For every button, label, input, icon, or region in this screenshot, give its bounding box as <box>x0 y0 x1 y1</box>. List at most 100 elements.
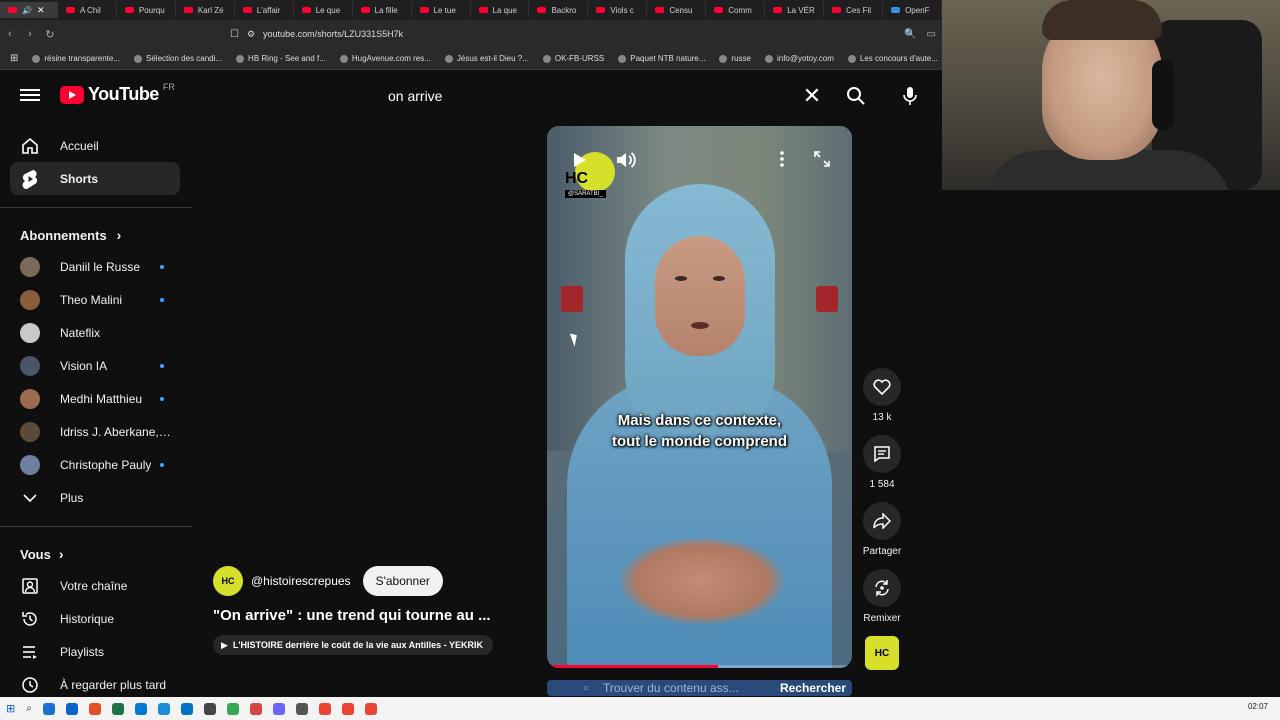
sidebar-item-subscription[interactable]: Nateflix <box>0 316 180 349</box>
taskbar-app-icon[interactable] <box>318 702 331 715</box>
tab-label: La VÉR <box>787 5 815 15</box>
youtube-tab-icon <box>419 7 429 13</box>
channel-handle[interactable]: @histoirescrepues <box>251 574 351 588</box>
browser-tab[interactable]: La que <box>471 2 530 18</box>
browser-tab[interactable]: Censu <box>647 2 707 18</box>
forward-icon[interactable]: › <box>20 28 40 40</box>
taskbar-app-icon[interactable] <box>88 702 101 715</box>
related-video-chip[interactable]: ▶ L'HISTOIRE derrière le coût de la vie … <box>213 635 493 655</box>
search-box[interactable]: on arrive ✕ <box>376 80 917 112</box>
sidebar-item-votre-chaine[interactable]: Votre chaîne <box>0 569 180 602</box>
zoom-icon[interactable]: 🔍 <box>904 29 916 40</box>
taskbar-app-icon[interactable] <box>226 702 239 715</box>
bookmark-item[interactable]: résine transparente... <box>32 54 120 63</box>
sidebar-item-historique[interactable]: Historique <box>0 602 180 635</box>
taskbar-app-icon[interactable] <box>42 702 55 715</box>
search-input[interactable]: on arrive <box>376 88 794 104</box>
shorts-icon <box>20 169 40 189</box>
taskbar-app-icon[interactable] <box>341 702 354 715</box>
sidebar-item-playlists[interactable]: Playlists <box>0 635 180 668</box>
channel-avatar[interactable]: HC <box>213 566 243 596</box>
browser-tab[interactable]: OpenF <box>883 2 942 18</box>
taskbar-app-icon[interactable] <box>134 702 147 715</box>
sidebar-item-subscription[interactable]: Vision IA <box>0 349 180 382</box>
search-button[interactable] <box>838 80 874 112</box>
subscribe-button[interactable]: S'abonner <box>362 566 443 596</box>
menu-icon[interactable] <box>20 86 40 104</box>
clear-search-icon[interactable]: ✕ <box>794 83 830 109</box>
video-title[interactable]: "On arrive" : une trend qui tourne au ..… <box>213 607 491 624</box>
bookmark-icon[interactable]: ☐ <box>230 29 239 40</box>
taskbar-app-icon[interactable] <box>157 702 170 715</box>
share-button[interactable] <box>863 502 901 540</box>
browser-tab[interactable]: Karl Zé <box>176 2 235 18</box>
bookmark-item[interactable]: Sélection des candi... <box>134 54 222 63</box>
taskbar-app-icon[interactable] <box>203 702 216 715</box>
bookmark-item[interactable]: HugAvenue.com res... <box>339 54 431 63</box>
browser-tab[interactable]: Pourqu <box>117 2 176 18</box>
browser-tab[interactable]: A Chil <box>58 2 117 18</box>
bookmark-item[interactable]: HB Ring - See and f... <box>236 54 326 63</box>
sidebar-item-more[interactable]: Plus <box>0 481 180 514</box>
sidebar-item-subscription[interactable]: Idriss J. Aberkane, ... <box>0 415 180 448</box>
taskbar-app-icon[interactable] <box>111 702 124 715</box>
youtube-logo-icon <box>60 85 84 104</box>
apps-icon[interactable]: ⊞ <box>10 53 18 64</box>
taskbar-app-icon[interactable] <box>65 702 78 715</box>
browser-tab[interactable]: La fille <box>353 2 412 18</box>
youtube-logo[interactable]: YouTube FR <box>60 82 175 105</box>
shorts-video-player[interactable]: HC @SARATBI_ Mais dans ce contexte, tout… <box>547 126 852 668</box>
taskbar-app-icon[interactable] <box>249 702 262 715</box>
tab-active[interactable]: 🔊 ✕ <box>0 2 58 18</box>
bookmark-item[interactable]: Jésus est-il Dieu ?... <box>444 54 529 63</box>
sidebar-item-subscription[interactable]: Theo Malini <box>0 283 180 316</box>
bookmark-item[interactable]: Les concours d'aute... <box>847 54 938 63</box>
taskbar-app-icon[interactable] <box>272 702 285 715</box>
more-options-button[interactable] <box>769 146 795 172</box>
start-icon[interactable]: ⊞ <box>6 702 15 715</box>
taskbar-app-icon[interactable] <box>295 702 308 715</box>
bookmark-item[interactable]: OK-FB-URSS <box>542 54 604 63</box>
browser-tab[interactable]: Ces Fil <box>824 2 884 18</box>
sidebar-item-shorts[interactable]: Shorts <box>10 162 180 195</box>
sidebar-item-accueil[interactable]: Accueil <box>0 129 180 162</box>
voice-search-button[interactable] <box>892 80 928 112</box>
sidebar-item-subscription[interactable]: Medhi Matthieu <box>0 382 180 415</box>
close-tab-icon[interactable]: ✕ <box>37 5 45 16</box>
search-taskbar-icon[interactable]: ⌕ <box>26 703 32 714</box>
window-icon[interactable]: ▭ <box>927 29 936 40</box>
sidebar-item-subscription[interactable]: Christophe Pauly <box>0 448 180 481</box>
back-icon[interactable]: ‹ <box>0 28 20 40</box>
comments-button[interactable] <box>863 435 901 473</box>
you-heading[interactable]: Vous › <box>0 539 192 569</box>
site-info-icon[interactable]: ⚙ <box>247 29 255 40</box>
like-button[interactable] <box>863 368 901 406</box>
browser-tab[interactable]: Le que <box>294 2 353 18</box>
subscriptions-heading[interactable]: Abonnements › <box>0 220 192 250</box>
bookmark-item[interactable]: russe <box>719 54 751 63</box>
browser-tab[interactable]: Le tue <box>412 2 471 18</box>
browser-tab[interactable]: L'affair <box>235 2 294 18</box>
bookmark-item[interactable]: info@yotoy.com <box>764 54 834 63</box>
find-button[interactable]: Rechercher <box>780 681 852 695</box>
taskbar-app-icon[interactable] <box>180 702 193 715</box>
bookmark-item[interactable]: Paquet NTB nature... <box>618 54 705 63</box>
url-text[interactable]: youtube.com/shorts/LZU331S5H7k <box>263 29 403 39</box>
audio-source-thumbnail[interactable]: HC <box>865 636 899 670</box>
browser-tab[interactable]: La VÉR <box>765 2 825 18</box>
browser-tab[interactable]: Viols c <box>588 2 648 18</box>
reload-icon[interactable]: ↻ <box>40 28 60 41</box>
remix-button[interactable] <box>863 569 901 607</box>
sidebar-item-subscription[interactable]: Daniil le Russe <box>0 250 180 283</box>
find-input[interactable]: Trouver du contenu ass... <box>603 681 739 695</box>
browser-tab[interactable]: Backro <box>529 2 589 18</box>
taskbar-app-icon[interactable] <box>364 702 377 715</box>
progress-bar[interactable] <box>547 665 852 668</box>
find-content-bar[interactable]: ○ Trouver du contenu ass... Rechercher <box>547 680 852 696</box>
volume-button[interactable] <box>615 150 639 174</box>
play-button[interactable] <box>569 150 593 174</box>
bookmark-favicon-icon <box>719 54 728 63</box>
url-field[interactable]: ☐ ⚙ youtube.com/shorts/LZU331S5H7k <box>230 29 403 40</box>
browser-tab[interactable]: Comm <box>706 2 766 18</box>
fullscreen-button[interactable] <box>809 146 835 172</box>
